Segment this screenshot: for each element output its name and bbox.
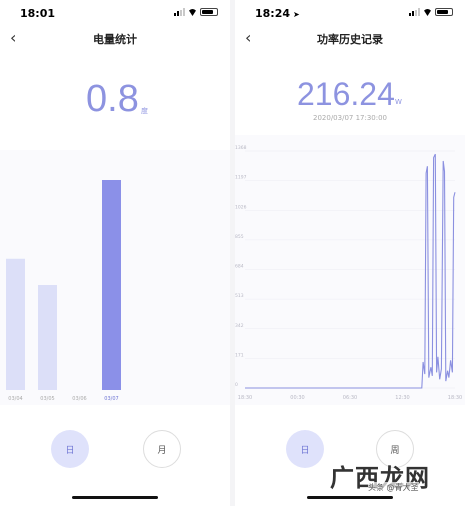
nav-bar: ‹ 电量统计 <box>0 28 230 50</box>
battery-icon <box>435 8 453 16</box>
power-value: 216.24 <box>297 76 395 112</box>
y-tick-label: 1026 <box>235 204 247 210</box>
tab-day[interactable]: 日 <box>51 430 89 468</box>
y-tick-label: 342 <box>235 323 244 329</box>
y-tick-label: 684 <box>235 264 244 270</box>
location-arrow-icon: ➤ <box>293 10 300 19</box>
nav-bar: ‹ 功率历史记录 <box>235 28 465 50</box>
home-indicator <box>72 496 158 499</box>
y-tick-label: 855 <box>235 234 244 240</box>
status-bar: 18:01 <box>0 0 230 24</box>
reading-timestamp: 2020/03/07 17:30:00 <box>313 114 388 122</box>
bar-chart: 03/04 03/05 03/06 03/07 <box>6 180 121 402</box>
y-tick-label: 171 <box>235 352 244 358</box>
y-tick-label: 1368 <box>235 145 247 151</box>
status-time-text: 18:24 <box>255 7 291 20</box>
battery-icon <box>200 8 218 16</box>
x-tick-label: 06:30 <box>343 395 357 401</box>
left-screen: 18:01 ‹ 电量统计 0.8 度 03/04 03/05 03/06 03/07 … <box>0 0 230 506</box>
power-unit: W <box>395 98 402 106</box>
y-tick-label: 513 <box>235 293 244 299</box>
line-chart-area: 0 171 342 513 684 855 1026 1197 1368 18:30 00:30 06… <box>235 135 465 405</box>
tab-day[interactable]: 日 <box>286 430 324 468</box>
tab-day-label: 日 <box>65 445 75 456</box>
tab-day-label: 日 <box>300 445 310 456</box>
x-tick-label: 18:30 <box>238 395 252 401</box>
x-tick-label: 03/06 <box>72 396 86 402</box>
status-time: 18:24 ➤ <box>255 7 300 20</box>
x-tick-label: 03/05 <box>40 396 54 402</box>
line-chart: 0 171 342 513 684 855 1026 1197 1368 18:30 00:30 06… <box>235 145 462 401</box>
signal-icon <box>174 8 185 16</box>
status-bar: 18:24 ➤ <box>235 0 465 24</box>
wifi-icon <box>423 9 432 16</box>
signal-icon <box>409 8 420 16</box>
energy-unit: 度 <box>141 107 148 115</box>
tab-month-label: 月 <box>157 445 167 456</box>
wifi-icon <box>188 9 197 16</box>
system-icons <box>174 8 218 16</box>
bar-03/05 <box>38 285 57 390</box>
right-screen: 18:24 ➤ ‹ 功率历史记录 216.24 W 2020/03/07 17:3… <box>235 0 465 506</box>
home-indicator <box>307 496 393 499</box>
y-tick-label: 1197 <box>235 175 247 181</box>
x-tick-label: 03/04 <box>8 396 22 402</box>
x-tick-label: 00:30 <box>290 395 304 401</box>
tab-month[interactable]: 月 <box>143 430 181 468</box>
bar-03/07 <box>102 180 121 390</box>
watermark-caption: 头条 @青大圣 <box>368 482 419 493</box>
bar-03/04 <box>6 258 25 390</box>
y-tick-label: 0 <box>235 382 238 388</box>
watermark: 广西龙网 头条 @青大圣 <box>330 458 430 493</box>
tab-week-label: 周 <box>390 445 400 456</box>
system-icons <box>409 8 453 16</box>
power-series-line <box>245 153 456 389</box>
page-title: 电量统计 <box>93 33 137 46</box>
bar-chart-area: 03/04 03/05 03/06 03/07 <box>0 150 230 405</box>
x-tick-label: 12:30 <box>395 395 409 401</box>
x-tick-label: 03/07 <box>104 396 118 402</box>
page-title: 功率历史记录 <box>317 33 383 46</box>
x-tick-label: 18:30 <box>448 395 462 401</box>
energy-value: 0.8 <box>86 78 139 120</box>
status-time: 18:01 <box>20 7 56 20</box>
